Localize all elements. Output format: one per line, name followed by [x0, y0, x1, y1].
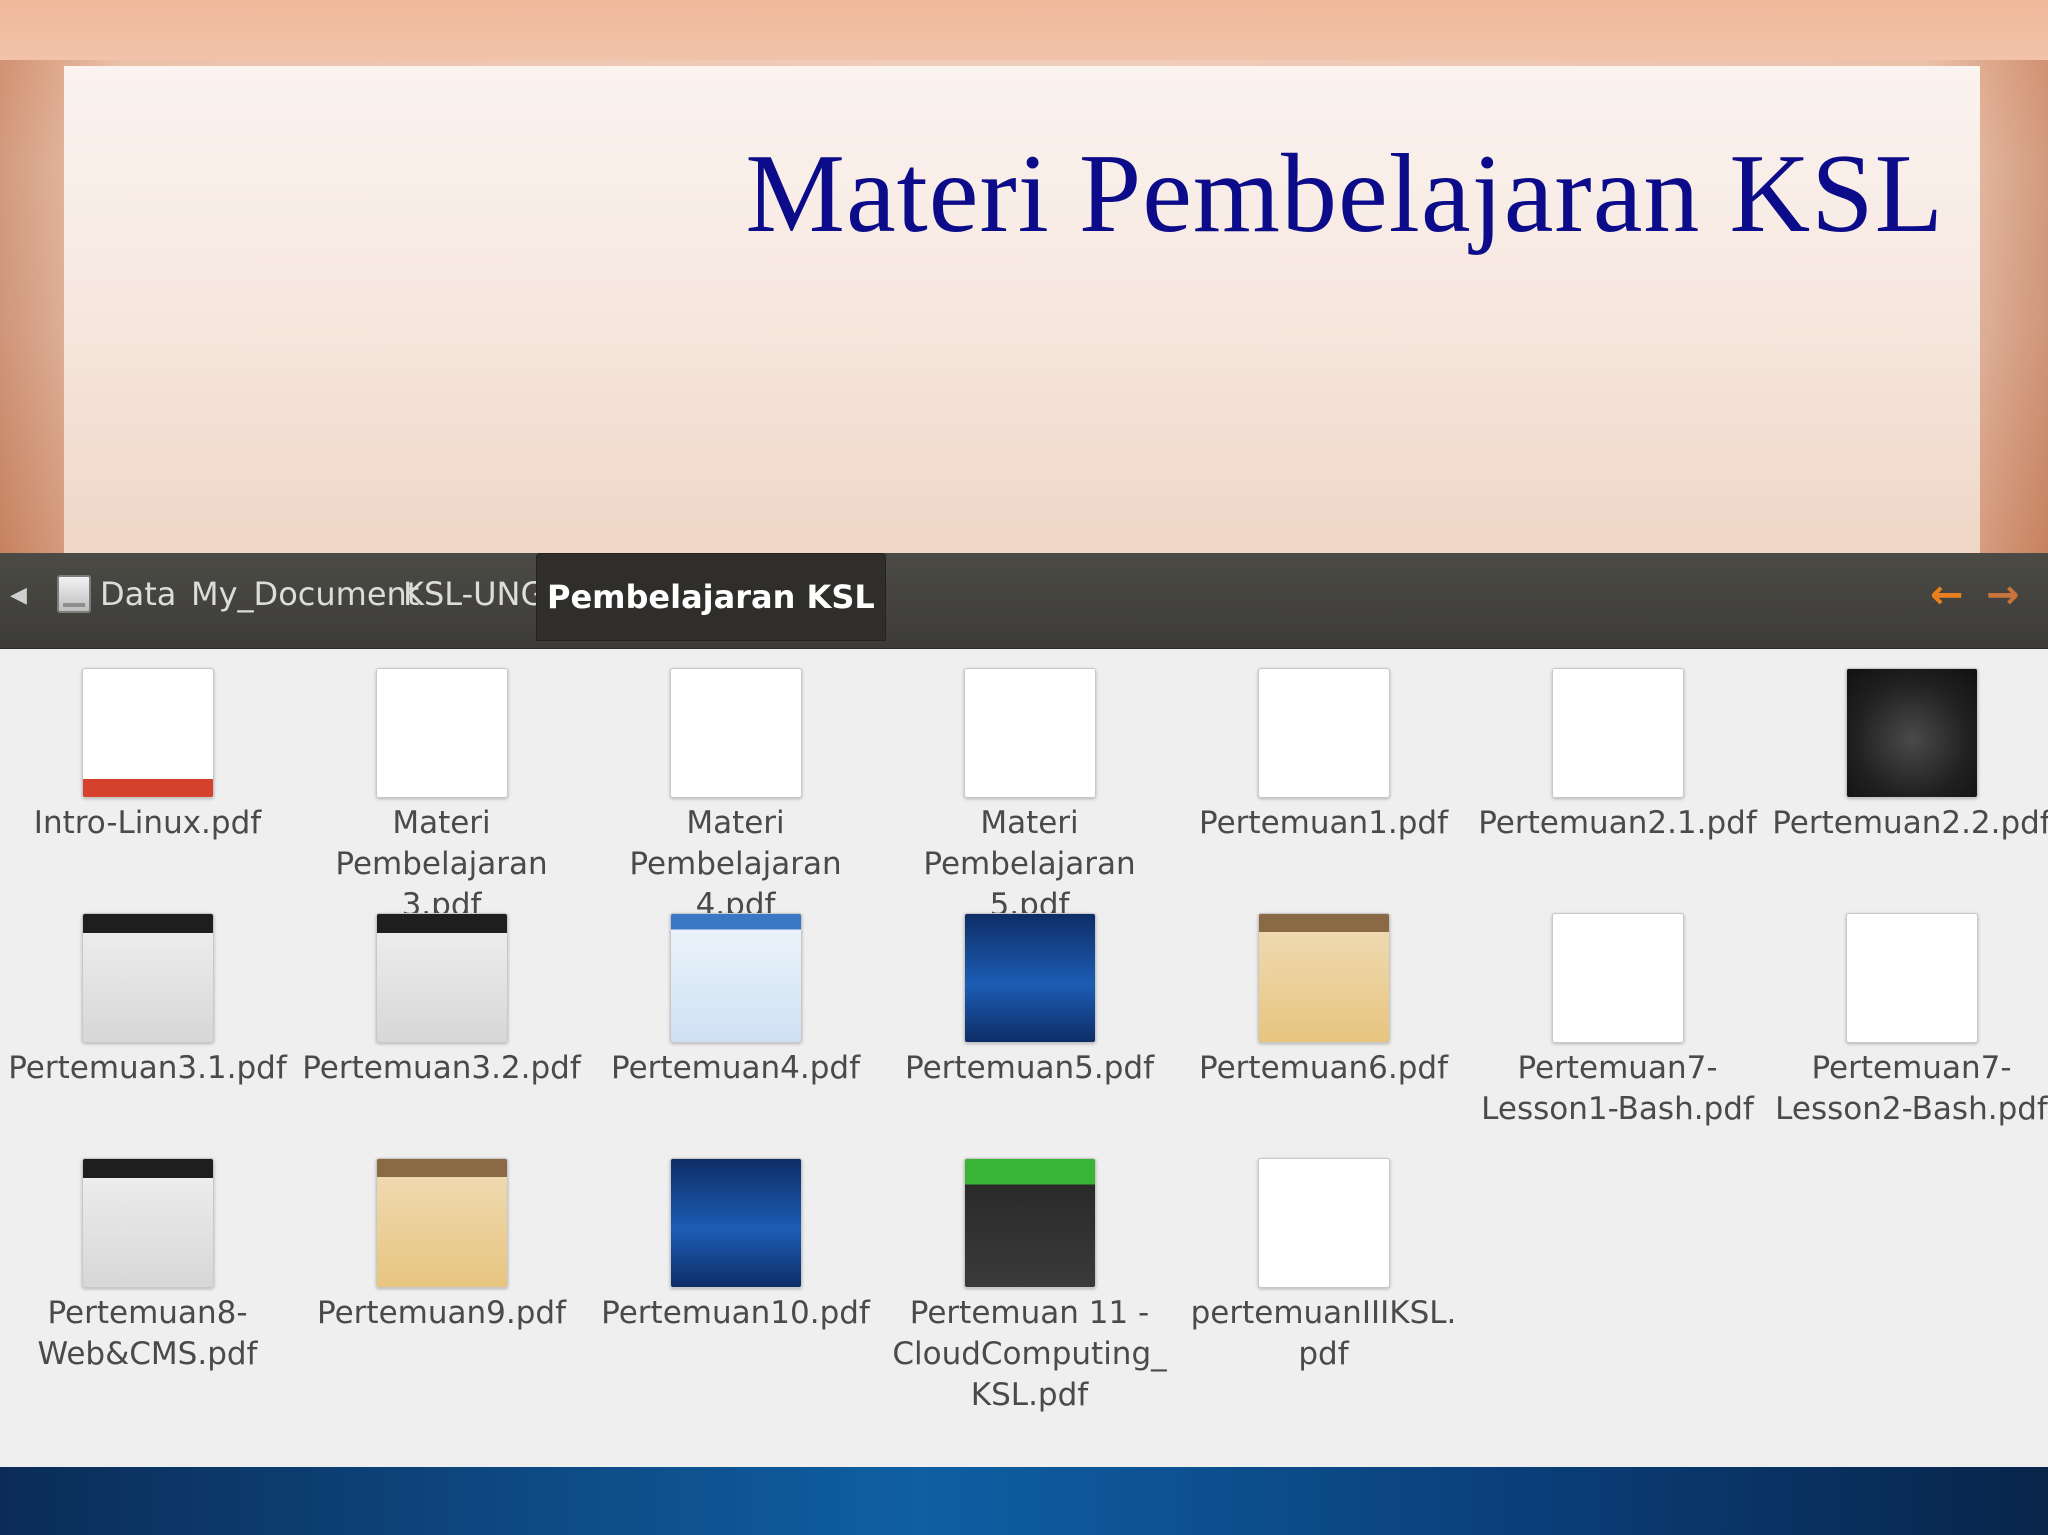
file-name[interactable]: Pertemuan7- Lesson2-Bash.pdf: [1764, 1048, 2048, 1130]
pdf-thumbnail-icon[interactable]: [1258, 913, 1390, 1043]
file-name[interactable]: Pertemuan5.pdf: [882, 1048, 1177, 1089]
slide-bottom-bar: [0, 1467, 2048, 1535]
file-manager-window: ◀ Data My_Document KSL-UNG Pembelajaran …: [0, 553, 2048, 1467]
pdf-thumbnail-icon[interactable]: [1846, 913, 1978, 1043]
file-name[interactable]: Materi Pembelajaran 5.pdf: [882, 803, 1177, 926]
pdf-thumbnail-icon[interactable]: [82, 1158, 214, 1288]
slide-title: Materi Pembelajaran KSL: [745, 132, 1944, 256]
file-name[interactable]: Pertemuan3.2.pdf: [294, 1048, 589, 1089]
file-name[interactable]: Pertemuan1.pdf: [1176, 803, 1471, 844]
pdf-thumbnail-icon[interactable]: [670, 913, 802, 1043]
file-name[interactable]: Pertemuan8- Web&CMS.pdf: [0, 1293, 295, 1375]
path-bar: ◀ Data My_Document KSL-UNG Pembelajaran …: [0, 553, 2048, 649]
file-name[interactable]: Pertemuan10.pdf: [588, 1293, 883, 1334]
file-name[interactable]: Pertemuan6.pdf: [1176, 1048, 1471, 1089]
breadcrumb-data[interactable]: Data: [100, 569, 176, 619]
arrow-left-icon[interactable]: ←: [1930, 575, 1964, 615]
file-name[interactable]: Pertemuan2.2.pdf: [1764, 803, 2048, 844]
pdf-thumbnail-icon[interactable]: [1552, 913, 1684, 1043]
file-name[interactable]: Intro-Linux.pdf: [0, 803, 295, 844]
pdf-thumbnail-icon[interactable]: [1258, 668, 1390, 798]
pdf-thumbnail-icon[interactable]: [964, 668, 1096, 798]
file-name[interactable]: Materi Pembelajaran 4.pdf: [588, 803, 883, 926]
pdf-thumbnail-icon[interactable]: [1846, 668, 1978, 798]
file-name[interactable]: Pertemuan3.1.pdf: [0, 1048, 295, 1089]
pdf-thumbnail-icon[interactable]: [82, 668, 214, 798]
pdf-thumbnail-icon[interactable]: [376, 913, 508, 1043]
breadcrumb-my-document[interactable]: My_Document: [191, 569, 419, 619]
scroll-left-icon[interactable]: ◀: [10, 583, 27, 608]
pdf-thumbnail-icon[interactable]: [376, 1158, 508, 1288]
file-name[interactable]: Materi Pembelajaran 3.pdf: [294, 803, 589, 926]
file-name[interactable]: Pertemuan7- Lesson1-Bash.pdf: [1470, 1048, 1765, 1130]
pdf-thumbnail-icon[interactable]: [1552, 668, 1684, 798]
pdf-thumbnail-icon[interactable]: [670, 1158, 802, 1288]
pdf-thumbnail-icon[interactable]: [376, 668, 508, 798]
pdf-thumbnail-icon[interactable]: [1258, 1158, 1390, 1288]
pdf-thumbnail-icon[interactable]: [964, 1158, 1096, 1288]
breadcrumb-pembelajaran-ksl[interactable]: Pembelajaran KSL: [536, 553, 886, 641]
file-name[interactable]: pertemuanIIIKSL. pdf: [1176, 1293, 1471, 1375]
breadcrumb-ksl-ung[interactable]: KSL-UNG: [403, 569, 545, 619]
file-name[interactable]: Pertemuan2.1.pdf: [1470, 803, 1765, 844]
file-name[interactable]: Pertemuan4.pdf: [588, 1048, 883, 1089]
pdf-thumbnail-icon[interactable]: [964, 913, 1096, 1043]
pdf-thumbnail-icon[interactable]: [82, 913, 214, 1043]
pdf-thumbnail-icon[interactable]: [670, 668, 802, 798]
arrow-right-icon[interactable]: →: [1986, 575, 2020, 615]
file-name[interactable]: Pertemuan9.pdf: [294, 1293, 589, 1334]
drive-icon[interactable]: [57, 575, 91, 613]
file-name[interactable]: Pertemuan 11 - CloudComputing_ KSL.pdf: [882, 1293, 1177, 1416]
